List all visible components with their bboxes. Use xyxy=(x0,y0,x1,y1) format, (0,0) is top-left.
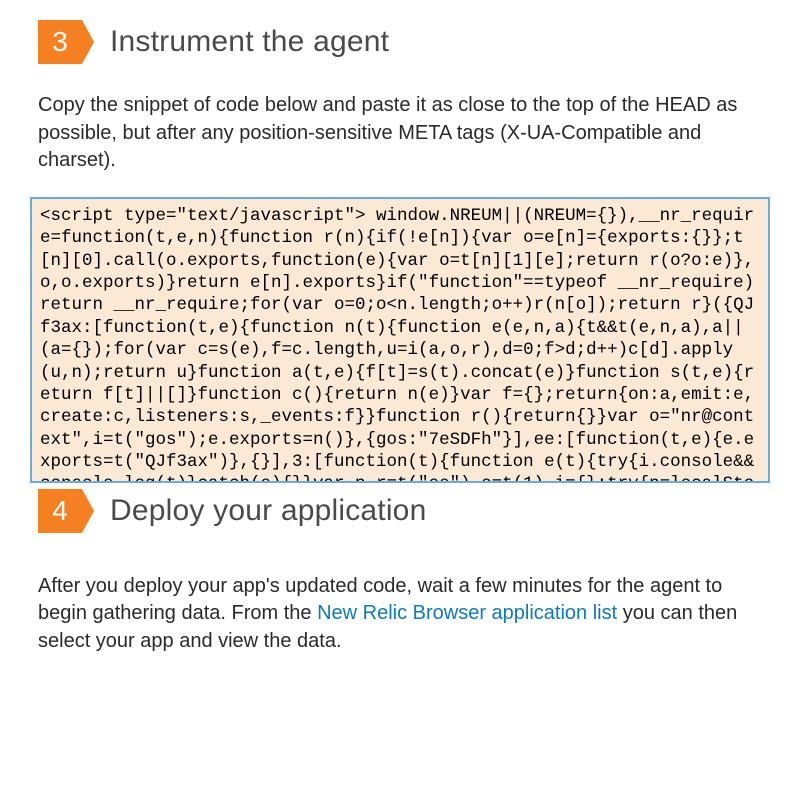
step4-header: 4 Deploy your application xyxy=(38,489,780,533)
agent-snippet-code-box[interactable]: <script type="text/javascript"> window.N… xyxy=(30,197,770,483)
agent-snippet-code[interactable]: <script type="text/javascript"> window.N… xyxy=(40,206,754,483)
step3-number: 3 xyxy=(52,26,68,58)
step3-title: Instrument the agent xyxy=(110,25,389,59)
step4-title: Deploy your application xyxy=(110,494,426,528)
browser-app-list-link[interactable]: New Relic Browser application list xyxy=(317,602,617,624)
step3-body: Copy the snippet of code below and paste… xyxy=(38,92,762,175)
step3-badge: 3 xyxy=(38,20,82,64)
step4-body: After you deploy your app's updated code… xyxy=(38,573,762,656)
step4-number: 4 xyxy=(52,495,68,527)
step3-header: 3 Instrument the agent xyxy=(38,20,780,64)
setup-instructions-page: 3 Instrument the agent Copy the snippet … xyxy=(0,0,800,708)
step4-badge: 4 xyxy=(38,489,82,533)
